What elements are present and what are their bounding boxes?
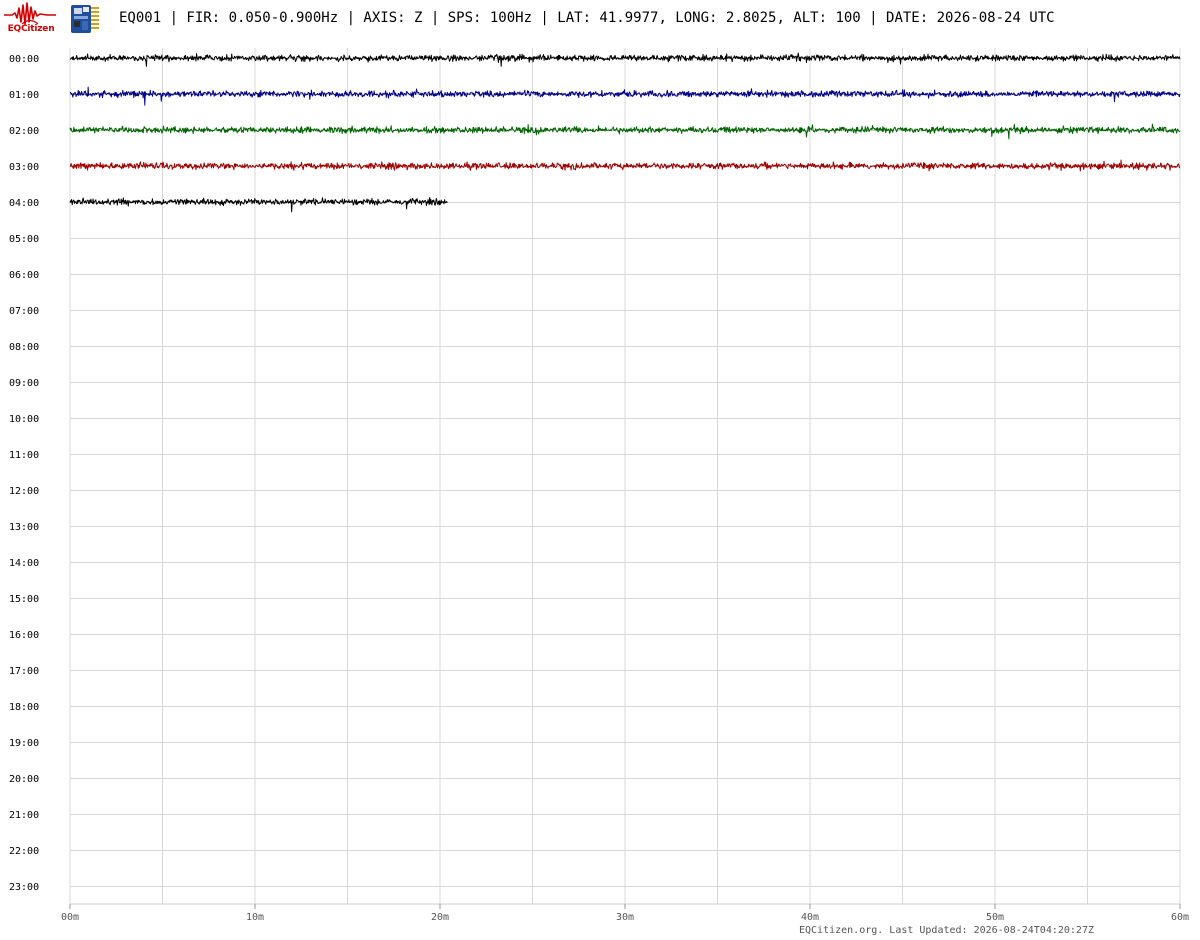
x-tick-label: 30m xyxy=(616,912,634,923)
hour-label: 21:00 xyxy=(9,810,39,821)
hour-label: 14:00 xyxy=(9,558,39,569)
label-layer: 00:00 01:00 02:00 03:00 04:00 05:00 06:00 07:00… xyxy=(9,54,1189,923)
hour-label: 20:00 xyxy=(9,774,39,785)
grid-layer xyxy=(69,48,1181,909)
x-tick-label: 50m xyxy=(986,912,1004,923)
seismic-trace-0400 xyxy=(69,196,448,213)
hour-label: 23:00 xyxy=(9,882,39,893)
hour-label: 01:00 xyxy=(9,90,39,101)
x-tick-label: 20m xyxy=(431,912,449,923)
hour-label: 04:00 xyxy=(9,198,39,209)
hour-label: 13:00 xyxy=(9,522,39,533)
hour-label: 08:00 xyxy=(9,342,39,353)
hour-label: 22:00 xyxy=(9,846,39,857)
hour-label: 16:00 xyxy=(9,630,39,641)
x-tick-label: 10m xyxy=(246,912,264,923)
hour-label: 03:00 xyxy=(9,162,39,173)
hour-label: 12:00 xyxy=(9,486,39,497)
x-tick-label: 00m xyxy=(61,912,79,923)
hour-label: 19:00 xyxy=(9,738,39,749)
hour-label: 07:00 xyxy=(9,306,39,317)
x-tick-label: 60m xyxy=(1171,912,1189,923)
hour-label: 00:00 xyxy=(9,54,39,65)
hour-label: 18:00 xyxy=(9,702,39,713)
hour-label: 11:00 xyxy=(9,450,39,461)
last-updated-note: EQCitizen.org. Last Updated: 2026-08-24T… xyxy=(798,925,1094,936)
hour-label: 06:00 xyxy=(9,270,39,281)
hour-label: 05:00 xyxy=(9,234,39,245)
hour-label: 10:00 xyxy=(9,414,39,425)
hour-label: 09:00 xyxy=(9,378,39,389)
hour-label: 17:00 xyxy=(9,666,39,677)
helicorder-chart: 00:00 01:00 02:00 03:00 04:00 05:00 06:00 07:00… xyxy=(9,48,1189,923)
hour-label: 02:00 xyxy=(9,126,39,137)
hour-label: 15:00 xyxy=(9,594,39,605)
x-tick-label: 40m xyxy=(801,912,819,923)
